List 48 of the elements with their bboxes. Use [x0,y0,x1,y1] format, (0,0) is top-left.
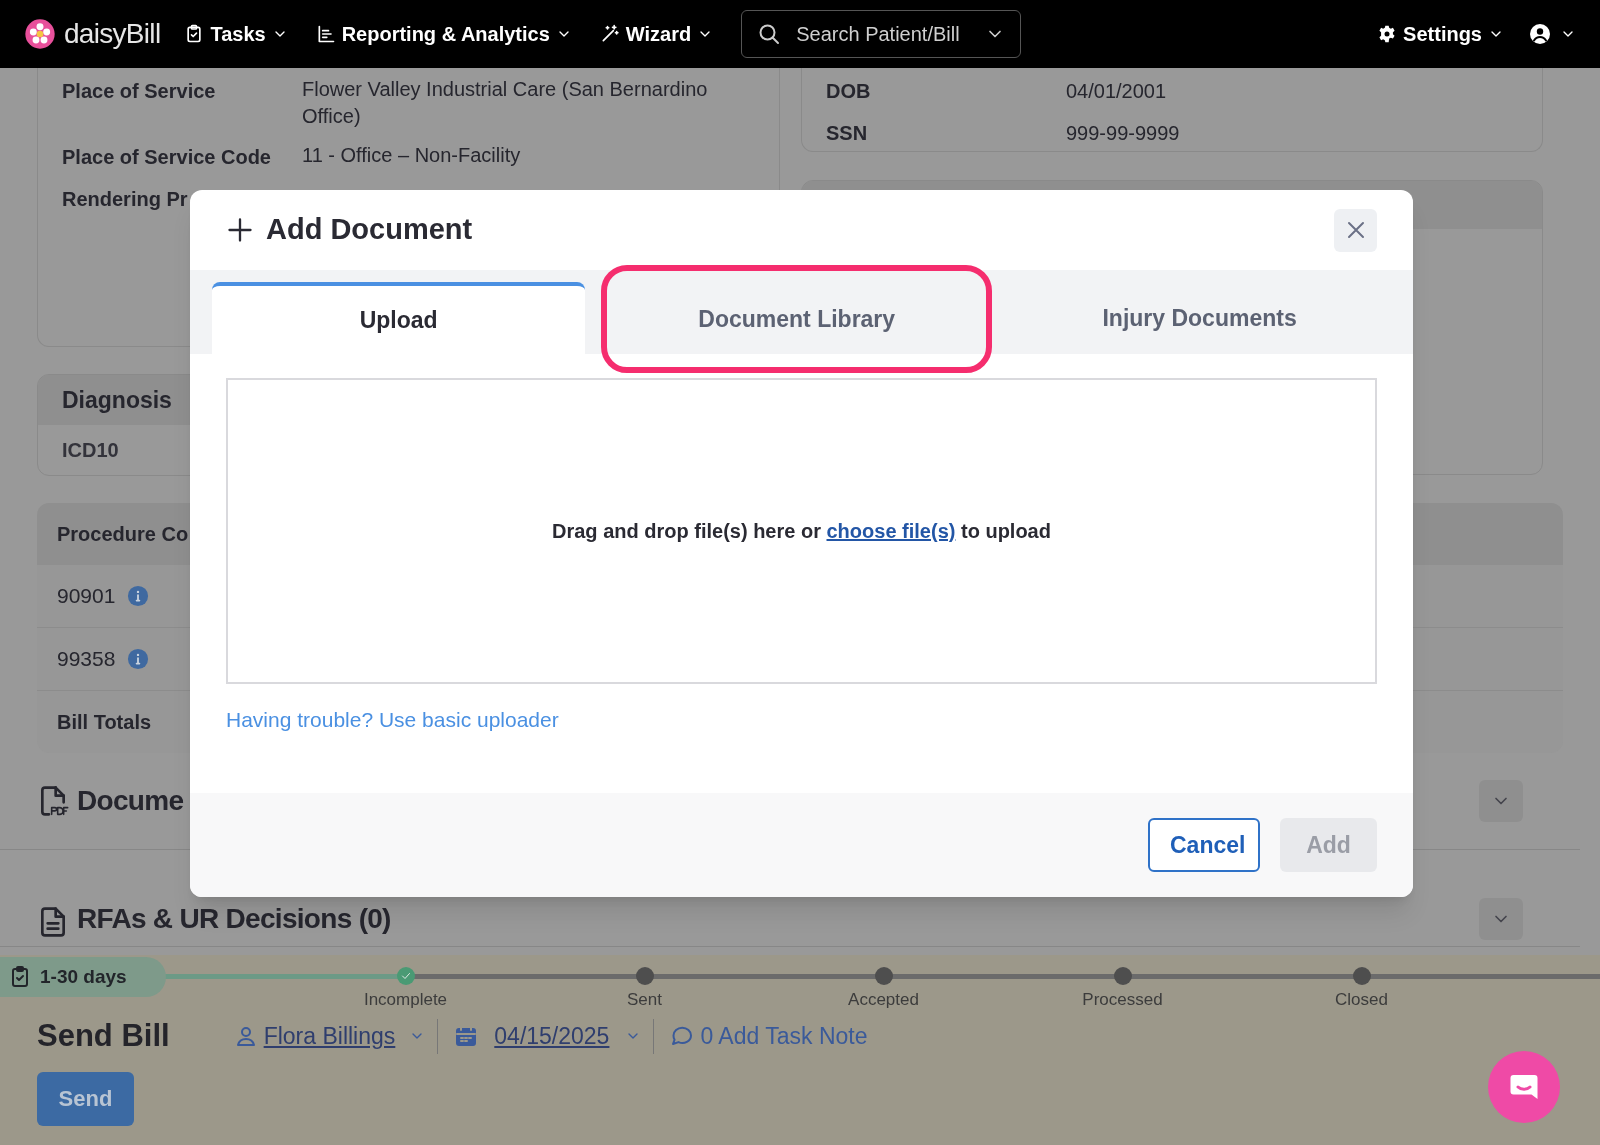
task-title: Send Bill [37,1017,170,1055]
send-button[interactable]: Send [37,1071,134,1126]
field-value: 04/01/2001 [1066,79,1168,104]
field-label: Place of Service [62,79,217,104]
column-header: Procedure Co [57,522,189,547]
step-label: Processed [1082,989,1163,1011]
drop-zone[interactable]: Drag and drop file(s) here or choose file(s) to upload [226,378,1377,684]
field-value: Flower Valley Industrial Care (San Bernardino Office) [302,77,709,129]
search-field[interactable]: Search Patient/Bill [741,10,1022,58]
table-cell-text: 90901 [57,583,116,610]
user-circle-icon [1528,22,1552,46]
step-label: Sent [627,989,662,1011]
field-label: SSN [826,121,869,146]
nav-menu[interactable]: Tasks [184,19,288,49]
tab[interactable]: Injury Documents [1008,282,1391,354]
date-dropdown[interactable]: 04/15/2025 [454,1019,655,1054]
tab[interactable]: Upload [212,282,586,354]
flower-logo-icon [24,18,56,50]
nav-menu[interactable]: Reporting & Analytics [315,19,572,49]
section-title: Docume [77,784,184,818]
info-icon[interactable] [127,585,150,607]
nav-menu[interactable]: Wizard [599,19,714,49]
step-label: Incomplete [363,989,448,1011]
drop-instructions: Drag and drop file(s) here or choose file(s) to upload [552,519,1051,544]
field-label: Place of Service Code [62,145,272,170]
assignee-dropdown[interactable]: Flora Billings [233,1019,439,1054]
close-button[interactable] [1334,208,1377,252]
cancel-button[interactable]: Cancel [1148,818,1260,872]
step-label: Accepted [848,989,919,1011]
badge-text: 1-30 days [40,964,127,989]
settings-menu[interactable]: Settings [1377,19,1504,49]
table-cell-text: Bill Totals [57,710,152,735]
field-value: 999-99-9999 [1066,121,1181,146]
table-cell-text: ICD10 [62,438,119,463]
card-title: Diagnosis [62,385,172,415]
dialog-title: Add Document [266,212,473,248]
search-icon [757,22,782,46]
field-label: Rendering Pr [62,187,189,212]
section-title: RFAs & UR Decisions (0) [77,902,391,936]
info-icon[interactable] [127,648,150,670]
logo-text: daisyBill [64,17,161,51]
table-cell-text: 99358 [57,646,116,673]
basic-uploader-link[interactable]: Having trouble? Use basic uploader [226,704,559,736]
field-label: DOB [826,79,872,104]
plus-icon [226,216,254,244]
field-value: 11 - Office – Non-Facility [302,143,522,168]
choose-files-link[interactable]: choose file(s) [826,520,956,542]
step-label: Closed [1335,989,1388,1011]
